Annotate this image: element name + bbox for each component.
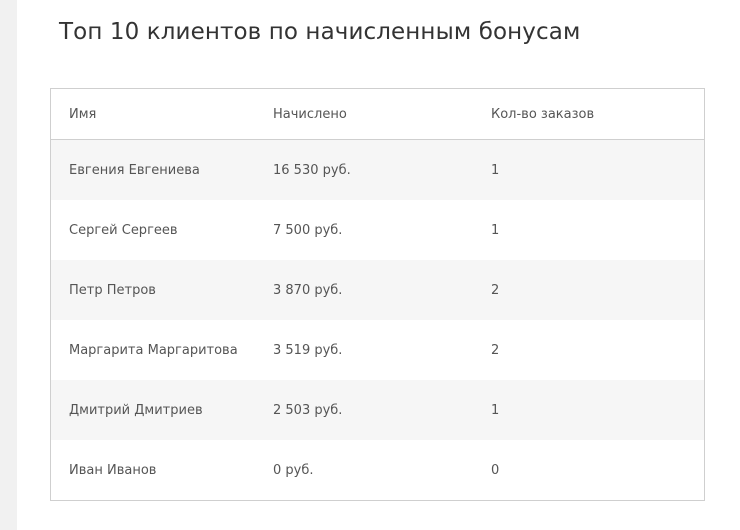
cell-client-name: Петр Петров: [51, 260, 255, 320]
cell-orders-count: 1: [473, 200, 704, 260]
cell-client-name: Иван Иванов: [51, 440, 255, 500]
cell-orders-count: 2: [473, 320, 704, 380]
cell-bonus-amount: 3 870 руб.: [255, 260, 473, 320]
table-header-row: Имя Начислено Кол-во заказов: [51, 89, 704, 140]
cell-orders-count: 1: [473, 380, 704, 440]
table-row[interactable]: Петр Петров 3 870 руб. 2: [51, 260, 704, 320]
table-row[interactable]: Иван Иванов 0 руб. 0: [51, 440, 704, 500]
cell-bonus-amount: 0 руб.: [255, 440, 473, 500]
top-clients-table: Имя Начислено Кол-во заказов Евгения Евг…: [51, 89, 704, 500]
table-row[interactable]: Евгения Евгениева 16 530 руб. 1: [51, 139, 704, 200]
table-row[interactable]: Сергей Сергеев 7 500 руб. 1: [51, 200, 704, 260]
table-body: Евгения Евгениева 16 530 руб. 1 Сергей С…: [51, 139, 704, 500]
cell-orders-count: 0: [473, 440, 704, 500]
cell-orders-count: 1: [473, 139, 704, 200]
cell-bonus-amount: 2 503 руб.: [255, 380, 473, 440]
cell-client-name: Евгения Евгениева: [51, 139, 255, 200]
page-title: Топ 10 клиентов по начисленным бонусам: [59, 19, 581, 45]
cell-client-name: Маргарита Маргаритова: [51, 320, 255, 380]
cell-bonus-amount: 16 530 руб.: [255, 139, 473, 200]
cell-client-name: Сергей Сергеев: [51, 200, 255, 260]
table-row[interactable]: Дмитрий Дмитриев 2 503 руб. 1: [51, 380, 704, 440]
bonus-table-container: Имя Начислено Кол-во заказов Евгения Евг…: [50, 88, 705, 501]
column-header-name[interactable]: Имя: [51, 89, 255, 140]
cell-client-name: Дмитрий Дмитриев: [51, 380, 255, 440]
column-header-amount[interactable]: Начислено: [255, 89, 473, 140]
table-row[interactable]: Маргарита Маргаритова 3 519 руб. 2: [51, 320, 704, 380]
column-header-orders[interactable]: Кол-во заказов: [473, 89, 704, 140]
report-card: Топ 10 клиентов по начисленным бонусам И…: [17, 0, 740, 530]
cell-orders-count: 2: [473, 260, 704, 320]
cell-bonus-amount: 3 519 руб.: [255, 320, 473, 380]
table-header: Имя Начислено Кол-во заказов: [51, 89, 704, 140]
cell-bonus-amount: 7 500 руб.: [255, 200, 473, 260]
